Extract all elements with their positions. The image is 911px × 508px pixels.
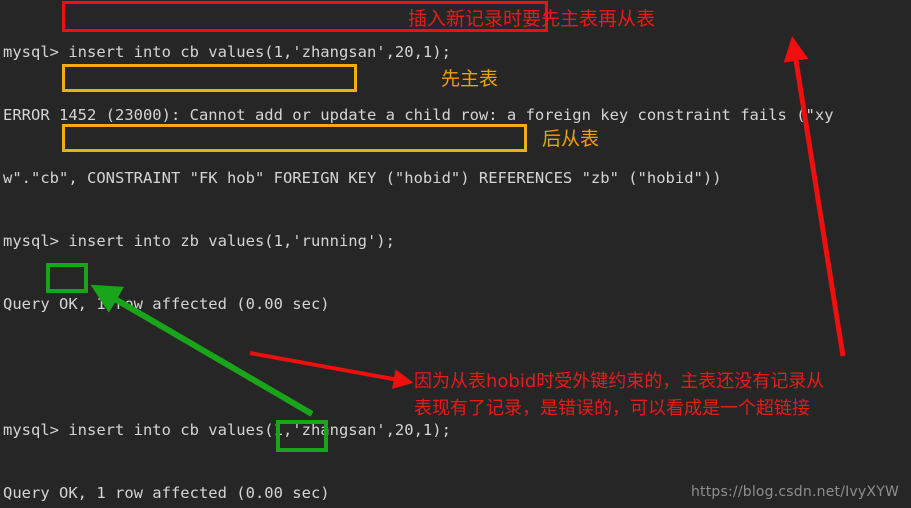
blog-watermark: https://blog.csdn.net/IvyXYW <box>690 484 899 500</box>
fk-explanation-line-2: 表现有了记录，是错误的，可以看成是一个超链接 <box>414 398 810 419</box>
terminal-screenshot: mysql> insert into cb values(1,'zhangsan… <box>0 0 911 508</box>
terminal-line: mysql> insert into zb values(1,'running'… <box>3 232 395 250</box>
child-second-annotation: 后从表 <box>542 128 600 150</box>
terminal-line: ERROR 1452 (23000): Cannot add or update… <box>3 106 834 124</box>
terminal-line: Query OK, 1 row affected (0.00 sec) <box>3 295 330 313</box>
insert-order-annotation: 插入新记录时要先主表再从表 <box>408 8 656 30</box>
fk-explanation-line-1: 因为从表hobid时受外键约束的，主表还没有记录从 <box>414 371 825 392</box>
terminal-line: mysql> insert into cb values(1,'zhangsan… <box>3 43 451 61</box>
terminal-line: w"."cb", CONSTRAINT "FK hob" FOREIGN KEY… <box>3 169 722 187</box>
terminal-line: mysql> insert into cb values(1,'zhangsan… <box>3 421 451 439</box>
parent-first-annotation: 先主表 <box>441 68 499 90</box>
